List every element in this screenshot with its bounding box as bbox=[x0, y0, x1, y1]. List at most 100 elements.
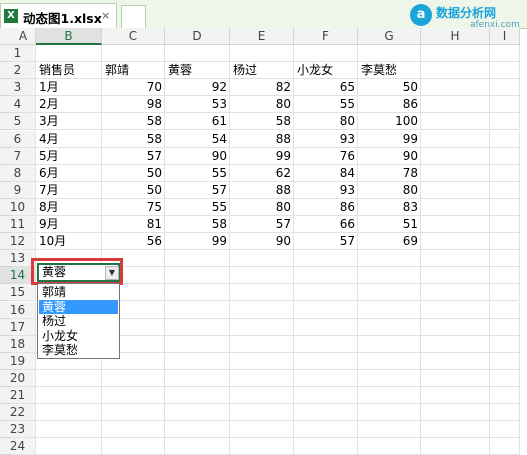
cell[interactable] bbox=[102, 404, 165, 422]
cell[interactable] bbox=[490, 404, 520, 422]
cell[interactable] bbox=[230, 352, 294, 370]
cell[interactable] bbox=[421, 45, 490, 63]
sales-value[interactable]: 80 bbox=[230, 96, 294, 113]
cell[interactable] bbox=[421, 130, 490, 148]
cell[interactable] bbox=[11, 438, 36, 455]
cell[interactable] bbox=[490, 267, 520, 285]
cell[interactable] bbox=[102, 45, 165, 63]
column-header-e[interactable]: E bbox=[230, 28, 294, 45]
cell[interactable] bbox=[358, 387, 421, 405]
cell[interactable] bbox=[490, 181, 520, 199]
cell[interactable] bbox=[230, 267, 294, 285]
cell[interactable] bbox=[11, 318, 36, 336]
cell[interactable] bbox=[358, 438, 421, 455]
cell[interactable] bbox=[11, 404, 36, 422]
sales-value[interactable]: 90 bbox=[358, 148, 421, 165]
table-header[interactable]: 销售员 bbox=[36, 62, 102, 79]
cell[interactable] bbox=[165, 45, 230, 63]
cell[interactable] bbox=[294, 284, 358, 302]
cell[interactable] bbox=[358, 352, 421, 370]
column-header-c[interactable]: C bbox=[102, 28, 165, 45]
dropdown-arrow-button[interactable]: ▼ bbox=[105, 266, 119, 280]
cell[interactable] bbox=[230, 438, 294, 455]
column-header-f[interactable]: F bbox=[294, 28, 358, 45]
cell[interactable] bbox=[294, 387, 358, 405]
cell[interactable] bbox=[358, 369, 421, 387]
cell[interactable] bbox=[421, 113, 490, 131]
cell[interactable] bbox=[490, 369, 520, 387]
cell[interactable] bbox=[165, 250, 230, 268]
sales-value[interactable]: 57 bbox=[102, 148, 165, 165]
dropdown-list[interactable]: 郭靖 黄蓉 杨过 小龙女 李莫愁 bbox=[37, 283, 120, 359]
cell[interactable] bbox=[11, 352, 36, 370]
cell[interactable] bbox=[490, 438, 520, 455]
cell[interactable] bbox=[294, 45, 358, 63]
table-header[interactable]: 小龙女 bbox=[294, 62, 358, 79]
sales-value[interactable]: 58 bbox=[230, 113, 294, 130]
cell[interactable] bbox=[230, 250, 294, 268]
table-header[interactable]: 黄蓉 bbox=[165, 62, 230, 79]
cell[interactable] bbox=[230, 284, 294, 302]
column-header-h[interactable]: H bbox=[421, 28, 490, 45]
cell[interactable] bbox=[358, 318, 421, 336]
dropdown-option[interactable]: 小龙女 bbox=[39, 329, 118, 343]
sales-value[interactable]: 54 bbox=[165, 131, 230, 148]
sales-value[interactable]: 83 bbox=[358, 199, 421, 216]
cell[interactable] bbox=[490, 421, 520, 439]
cell[interactable] bbox=[490, 79, 520, 97]
table-header[interactable]: 杨过 bbox=[230, 62, 294, 79]
cell[interactable] bbox=[294, 267, 358, 285]
sales-value[interactable]: 66 bbox=[294, 216, 358, 233]
cell[interactable] bbox=[421, 164, 490, 182]
cell[interactable] bbox=[421, 284, 490, 302]
cell[interactable] bbox=[358, 421, 421, 439]
cell[interactable] bbox=[490, 387, 520, 405]
cell[interactable] bbox=[490, 96, 520, 114]
sales-value[interactable]: 81 bbox=[102, 216, 165, 233]
cell[interactable] bbox=[36, 369, 102, 387]
new-tab-button[interactable] bbox=[121, 5, 146, 28]
sales-value[interactable]: 88 bbox=[230, 131, 294, 148]
cell[interactable] bbox=[230, 387, 294, 405]
cell[interactable] bbox=[36, 421, 102, 439]
sales-value[interactable]: 51 bbox=[358, 216, 421, 233]
cell[interactable] bbox=[294, 404, 358, 422]
cell[interactable] bbox=[421, 96, 490, 114]
cell[interactable] bbox=[358, 301, 421, 319]
cell[interactable] bbox=[421, 438, 490, 455]
cell[interactable] bbox=[358, 284, 421, 302]
cell[interactable] bbox=[11, 421, 36, 439]
cell[interactable] bbox=[490, 198, 520, 216]
cell[interactable] bbox=[358, 335, 421, 353]
cell[interactable] bbox=[490, 233, 520, 251]
column-header-d[interactable]: D bbox=[165, 28, 230, 45]
cell[interactable] bbox=[165, 421, 230, 439]
column-header-i[interactable]: I bbox=[490, 28, 520, 45]
sales-value[interactable]: 80 bbox=[358, 182, 421, 199]
cell[interactable] bbox=[165, 369, 230, 387]
cell[interactable] bbox=[11, 198, 36, 216]
cell[interactable] bbox=[490, 318, 520, 336]
cell[interactable] bbox=[165, 352, 230, 370]
sales-value[interactable]: 100 bbox=[358, 113, 421, 130]
sales-value[interactable]: 82 bbox=[230, 79, 294, 96]
sales-value[interactable]: 93 bbox=[294, 131, 358, 148]
sales-value[interactable]: 80 bbox=[294, 113, 358, 130]
cell[interactable] bbox=[36, 438, 102, 455]
cell[interactable] bbox=[490, 62, 520, 80]
spreadsheet-grid[interactable]: A B C D E F G H I 1 2 3 4 5 6 7 8 9 10 11 12 13 14 15 16 17 18 19 20… bbox=[0, 28, 527, 455]
cell[interactable] bbox=[11, 335, 36, 353]
sales-value[interactable]: 56 bbox=[102, 233, 165, 250]
sales-value[interactable]: 90 bbox=[165, 148, 230, 165]
sales-value[interactable]: 62 bbox=[230, 165, 294, 182]
cell[interactable] bbox=[102, 438, 165, 455]
cell[interactable] bbox=[11, 233, 36, 251]
sales-value[interactable]: 70 bbox=[102, 79, 165, 96]
cell[interactable] bbox=[230, 301, 294, 319]
cell[interactable] bbox=[358, 250, 421, 268]
cell[interactable] bbox=[490, 335, 520, 353]
cell[interactable] bbox=[11, 216, 36, 234]
cell[interactable] bbox=[230, 335, 294, 353]
sales-value[interactable]: 78 bbox=[358, 165, 421, 182]
cell[interactable] bbox=[11, 96, 36, 114]
